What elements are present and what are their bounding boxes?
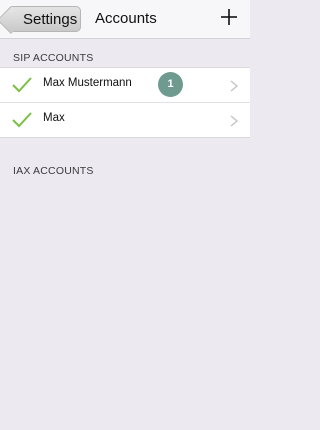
sip-accounts-list: Max Mustermann 1 Max [0,67,250,138]
account-row-max[interactable]: Max [0,103,250,137]
sip-accounts-header: SIP ACCOUNTS [13,52,94,64]
back-button-label: Settings [23,11,78,28]
back-arrow-icon [0,5,26,35]
navigation-bar: Settings Accounts [0,0,250,39]
chevron-right-icon [230,115,238,127]
add-account-button[interactable] [218,6,240,28]
checkmark-icon [12,112,32,128]
account-row-max-mustermann[interactable]: Max Mustermann 1 [0,68,250,103]
plus-icon [221,9,237,25]
back-button[interactable]: Settings [0,5,81,35]
account-name: Max [43,112,65,124]
notification-badge: 1 [158,72,183,97]
page-title: Accounts [95,10,157,27]
iax-accounts-header: IAX ACCOUNTS [13,165,94,177]
chevron-right-icon [230,80,238,92]
account-name: Max Mustermann [43,77,132,89]
checkmark-icon [12,77,32,93]
